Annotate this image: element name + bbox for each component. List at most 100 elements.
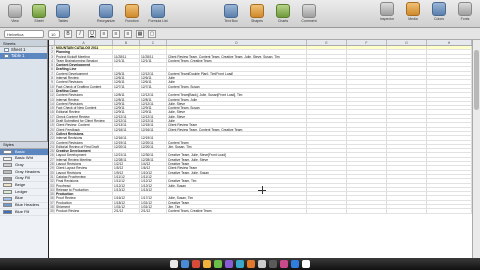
table-cell[interactable] (347, 54, 387, 58)
table-cell[interactable]: Client Review Team, Content Team, Creati… (167, 54, 307, 58)
table-cell[interactable]: 1/31/12 (140, 200, 167, 204)
table-cell[interactable]: 1/13/12 (140, 187, 167, 192)
table-cell[interactable] (427, 183, 472, 187)
table-cell[interactable]: 1/31/12 (113, 204, 140, 209)
table-cell[interactable] (387, 119, 427, 123)
table-cell[interactable] (347, 46, 387, 50)
table-cell[interactable] (307, 179, 347, 183)
style-item[interactable]: Ledger (0, 189, 48, 196)
table-cell[interactable] (347, 58, 387, 63)
table-cell[interactable] (387, 179, 427, 183)
table-cell[interactable] (347, 114, 387, 119)
table-cell[interactable] (347, 123, 387, 127)
table-cell[interactable] (307, 88, 347, 93)
table-cell[interactable]: Product Review (55, 209, 113, 213)
underline-icon[interactable]: U (88, 29, 96, 38)
table-cell[interactable]: 2/1/12 (113, 209, 140, 213)
table-cell[interactable] (140, 46, 167, 50)
table-cell[interactable]: 1/31/12 (140, 204, 167, 209)
table-cell[interactable]: Project Kickoff Meeting (55, 54, 113, 58)
table-cell[interactable] (387, 88, 427, 93)
table-cell[interactable]: Client Review Team, Content Team, Creati… (167, 127, 307, 131)
table-cell[interactable] (427, 71, 472, 76)
table-cell[interactable] (347, 162, 387, 166)
table-cell[interactable]: Creative Development (55, 149, 113, 153)
table-cell[interactable]: Content Revisions (55, 101, 113, 106)
table-cell[interactable] (347, 50, 387, 54)
table-cell[interactable] (427, 204, 472, 209)
table-cell[interactable] (307, 114, 347, 119)
table-cell[interactable]: 2/1/12 (140, 209, 167, 213)
toolbar-shapes-button[interactable]: Shapes (246, 4, 268, 23)
table-cell[interactable]: 1/11/12 (113, 174, 140, 179)
table-cell[interactable] (387, 183, 427, 187)
table-cell[interactable] (140, 88, 167, 93)
table-cell[interactable]: 12/21/11 (113, 153, 140, 157)
table-cell[interactable] (387, 200, 427, 204)
vertical-scrollbar[interactable] (472, 40, 480, 258)
table-cell[interactable]: 12/28/11 (113, 157, 140, 162)
table-cell[interactable]: 12/15/11 (140, 123, 167, 127)
table-cell[interactable] (427, 162, 472, 166)
table-cell[interactable]: 12/9/11 (113, 110, 140, 114)
table-cell[interactable]: 12/13/11 (113, 123, 140, 127)
table-cell[interactable]: 11/28/11 (140, 54, 167, 58)
table-cell[interactable] (140, 63, 167, 67)
table-cell[interactable] (387, 93, 427, 97)
table-cell[interactable]: Content Team (167, 140, 307, 144)
table-cell[interactable]: Jim, Susan, Tim (167, 144, 307, 149)
table-cell[interactable]: Layout Development (55, 153, 113, 157)
table-cell[interactable] (140, 131, 167, 136)
table-cell[interactable] (307, 84, 347, 88)
column-header[interactable]: C (140, 40, 167, 45)
toolbar-inspector-button[interactable]: Inspector (376, 2, 398, 21)
table-cell[interactable] (387, 144, 427, 149)
table-cell[interactable] (347, 106, 387, 110)
table-cell[interactable] (427, 119, 472, 123)
table-cell[interactable] (347, 140, 387, 144)
table-cell[interactable] (167, 187, 307, 192)
table-cell[interactable]: Planning (55, 50, 113, 54)
dock-app-icon[interactable] (247, 260, 255, 268)
table-cell[interactable]: Creative Team (167, 200, 307, 204)
table-cell[interactable]: Jim, Tim (167, 204, 307, 209)
dock-app-icon[interactable] (258, 260, 266, 268)
table-cell[interactable] (113, 50, 140, 54)
table-cell[interactable] (347, 192, 387, 196)
table-cell[interactable] (427, 174, 472, 179)
table-cell[interactable] (427, 97, 472, 101)
table-cell[interactable] (427, 179, 472, 183)
table-cell[interactable]: 12/28/11 (140, 157, 167, 162)
dock-app-icon[interactable] (170, 260, 178, 268)
table-cell[interactable] (387, 54, 427, 58)
table-cell[interactable]: 1/5/12 (113, 166, 140, 170)
table-cell[interactable] (347, 67, 387, 71)
table-cell[interactable]: 12/20/11 (140, 144, 167, 149)
table-cell[interactable] (387, 106, 427, 110)
table-cell[interactable]: 1/6/12 (140, 166, 167, 170)
table-cell[interactable]: 12/12/11 (140, 93, 167, 97)
table-cell[interactable]: Creative Team, Tim (167, 179, 307, 183)
table-cell[interactable]: Creative Team, Julie, Steve[Front Load] (167, 153, 307, 157)
table-cell[interactable] (347, 76, 387, 80)
table-cell[interactable] (387, 170, 427, 174)
table-cell[interactable] (347, 84, 387, 88)
table-cell[interactable] (140, 50, 167, 54)
table-cell[interactable]: 12/8/11 (140, 97, 167, 101)
table-cell[interactable] (387, 196, 427, 200)
table-cell[interactable]: Release to Production (55, 187, 113, 192)
toolbar-sheet-button[interactable]: Sheet (28, 4, 50, 23)
table-cell[interactable] (387, 153, 427, 157)
table-cell[interactable] (347, 183, 387, 187)
style-item[interactable]: Basic Wht (0, 155, 48, 163)
table-cell[interactable]: Client Layout Review (55, 166, 113, 170)
table-cell[interactable] (387, 63, 427, 67)
table-cell[interactable]: 12/16/11 (140, 127, 167, 131)
table-cell[interactable] (113, 46, 140, 50)
table-cell[interactable] (347, 144, 387, 149)
table-cell[interactable] (167, 67, 307, 71)
table-cell[interactable] (347, 200, 387, 204)
table-cell[interactable]: 12/16/11 (113, 136, 140, 140)
sheet-item[interactable]: Table 1 (0, 53, 47, 59)
table-cell[interactable]: 12/9/11 (113, 106, 140, 110)
